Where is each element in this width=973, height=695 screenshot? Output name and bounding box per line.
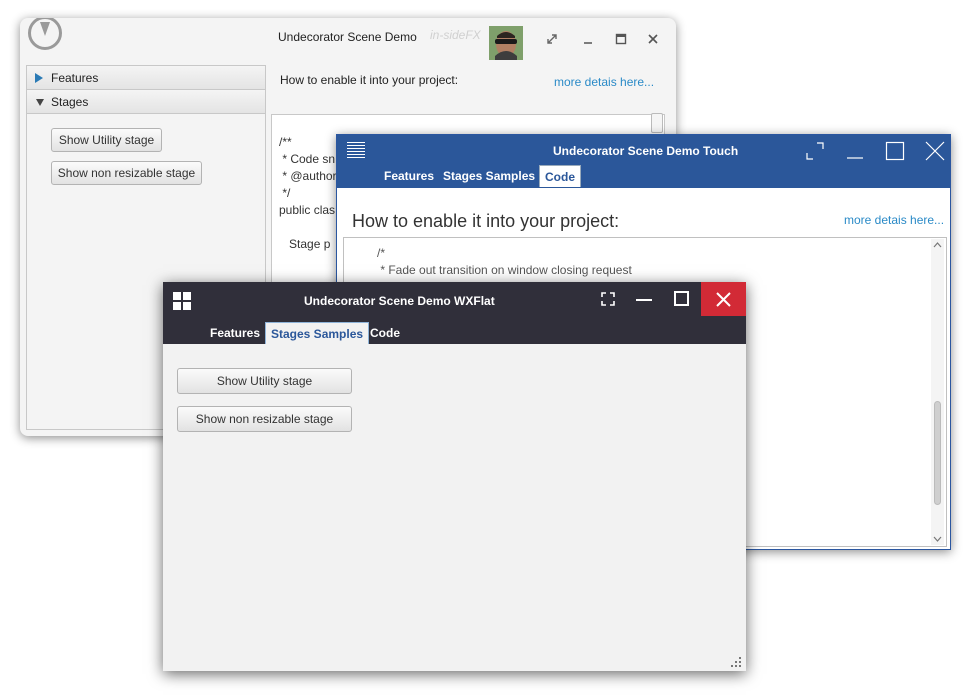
scroll-up-button[interactable] <box>651 113 663 133</box>
collapse-arrow-icon <box>36 99 44 106</box>
resize-grip-icon[interactable] <box>731 657 743 669</box>
details-link[interactable]: more detais here... <box>554 75 654 89</box>
fullscreen-icon[interactable] <box>600 291 616 307</box>
maximize-icon[interactable] <box>612 30 630 48</box>
window-title: Undecorator Scene Demo WXFlat <box>304 294 495 308</box>
window-title: Undecorator Scene Demo <box>278 30 417 44</box>
minimize-icon[interactable] <box>845 141 865 161</box>
show-utility-stage-button[interactable]: Show Utility stage <box>51 128 162 152</box>
tab-code[interactable]: Code <box>365 322 405 344</box>
maximize-icon[interactable] <box>673 290 691 308</box>
tab-features[interactable]: Features <box>379 165 439 187</box>
hamburger-menu-icon[interactable] <box>347 142 365 158</box>
scrollbar-thumb[interactable] <box>934 401 941 505</box>
avatar <box>489 26 523 60</box>
show-non-resizable-stage-button[interactable]: Show non resizable stage <box>51 161 202 185</box>
tab-stages-samples[interactable]: Stages Samples <box>438 165 540 187</box>
close-icon[interactable] <box>925 141 945 161</box>
title-bar[interactable]: Undecorator Scene Demo in-sideFX <box>20 18 676 62</box>
tab-stages-samples[interactable]: Stages Samples <box>265 322 370 344</box>
window-title: Undecorator Scene Demo Touch <box>553 144 739 158</box>
title-bar[interactable]: Undecorator Scene Demo Touch Features St… <box>337 135 950 188</box>
instruction-heading: How to enable it into your project: <box>352 211 620 231</box>
maximize-icon[interactable] <box>885 141 905 161</box>
title-bar[interactable]: Undecorator Scene Demo WXFlat Features S… <box>163 282 746 344</box>
window-undecorator-wxflat: Undecorator Scene Demo WXFlat Features S… <box>163 282 746 671</box>
instruction-label: How to enable it into your project: <box>280 73 459 87</box>
expand-arrow-icon <box>35 73 43 83</box>
tab-code[interactable]: Code <box>539 165 581 187</box>
code-line: Stage p <box>279 237 331 251</box>
code-line: */ <box>279 186 291 200</box>
code-line: /* <box>377 246 386 260</box>
close-icon[interactable] <box>644 30 662 48</box>
show-non-resizable-stage-button[interactable]: Show non resizable stage <box>177 406 352 432</box>
code-line: * Code sn <box>279 152 336 166</box>
close-icon <box>716 292 731 307</box>
show-utility-stage-button[interactable]: Show Utility stage <box>177 368 352 394</box>
accordion-stages-header[interactable]: Stages <box>27 90 265 114</box>
code-line: public clas <box>279 203 336 217</box>
accordion-stages-label: Stages <box>51 95 89 109</box>
close-button[interactable] <box>701 282 746 316</box>
minimize-icon[interactable] <box>579 30 597 48</box>
accordion-features-header[interactable]: Features <box>27 66 265 90</box>
code-line: * @author <box>279 169 337 183</box>
tab-features[interactable]: Features <box>205 322 265 344</box>
code-line: * Fade out transition on window closing … <box>377 263 632 277</box>
window-subtitle: in-sideFX <box>430 28 481 42</box>
details-link[interactable]: more detais here... <box>844 213 944 227</box>
windows-logo-icon[interactable] <box>173 292 191 310</box>
undecorator-logo-icon <box>28 18 62 50</box>
code-line: /** <box>279 135 292 149</box>
fullscreen-icon[interactable] <box>805 141 825 161</box>
minimize-icon[interactable] <box>635 291 653 307</box>
fullscreen-icon[interactable] <box>543 30 561 48</box>
accordion-features-label: Features <box>51 71 99 85</box>
